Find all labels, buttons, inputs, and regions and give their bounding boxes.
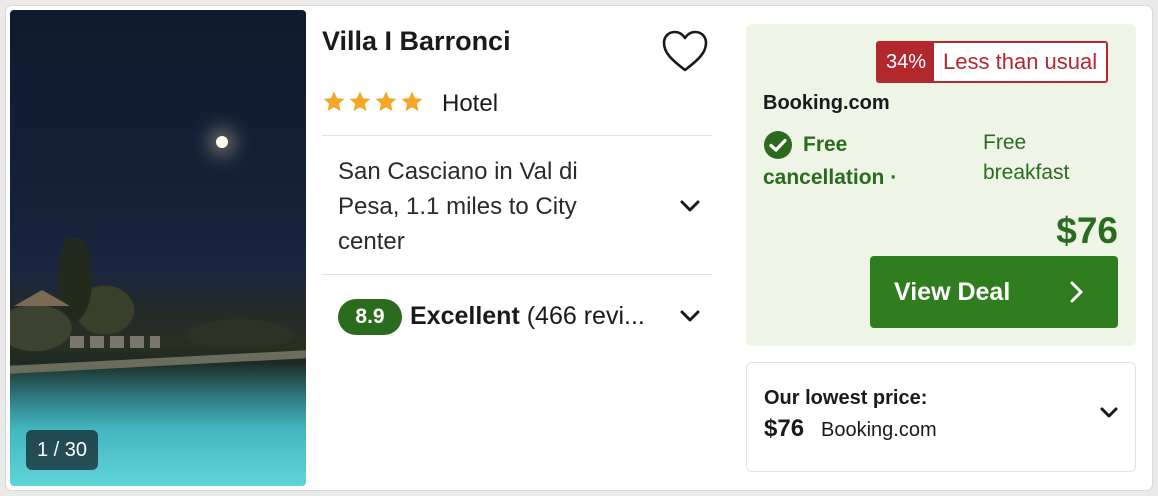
rating-score-badge: 8.9 xyxy=(338,299,402,335)
free-breakfast: Free breakfast xyxy=(983,131,1070,184)
chevron-right-icon xyxy=(1070,281,1083,303)
divider xyxy=(322,135,712,136)
reviews-expand-button[interactable] xyxy=(676,302,704,330)
chevron-down-icon xyxy=(680,310,700,322)
view-deal-label: View Deal xyxy=(894,278,1011,306)
discount-percent: 34% xyxy=(878,43,935,81)
lowest-price-amount: $76 xyxy=(764,415,805,442)
discount-badge: 34% Less than usual xyxy=(876,41,1109,83)
star-icon xyxy=(401,91,423,111)
photo-loungers xyxy=(70,336,160,348)
heart-icon xyxy=(662,30,708,72)
hotel-name[interactable]: Villa I Barronci xyxy=(322,26,511,57)
photo-counter: 1 / 30 xyxy=(26,430,98,470)
hotel-card: 1 / 30 Villa I Barronci Hotel San Cascia… xyxy=(6,6,1152,490)
discount-message: Less than usual xyxy=(943,49,1098,74)
location-expand-button[interactable] xyxy=(676,192,704,220)
star-icon xyxy=(375,91,397,111)
check-circle-icon xyxy=(764,131,792,159)
hotel-location: San Casciano in Val di Pesa, 1.1 miles t… xyxy=(338,158,578,255)
lowest-price-expand-button[interactable] xyxy=(1095,399,1123,427)
review-count: (466 revi... xyxy=(526,302,645,330)
star-icon xyxy=(349,91,371,111)
deal-provider: Booking.com xyxy=(763,92,890,114)
lowest-price-label: Our lowest price: xyxy=(764,387,928,409)
view-deal-button[interactable]: View Deal xyxy=(870,256,1118,328)
deal-panel: 34% Less than usual Booking.com Free can… xyxy=(746,24,1136,346)
lowest-price-panel[interactable]: Our lowest price: $76 Booking.com xyxy=(746,362,1136,472)
rating-label: Excellent xyxy=(410,302,520,330)
hotel-type: Hotel xyxy=(442,90,499,117)
favorite-button[interactable] xyxy=(660,28,710,74)
divider xyxy=(322,274,712,275)
lowest-price-provider: Booking.com xyxy=(821,419,937,441)
hotel-photo[interactable]: 1 / 30 xyxy=(10,10,306,486)
chevron-down-icon xyxy=(1100,407,1118,418)
moon xyxy=(216,136,228,148)
star-icon xyxy=(323,91,345,111)
deal-price: $76 xyxy=(1056,210,1118,251)
rating-summary: Excellent (466 revi... xyxy=(410,302,645,331)
star-rating xyxy=(322,90,424,114)
chevron-down-icon xyxy=(680,200,700,212)
